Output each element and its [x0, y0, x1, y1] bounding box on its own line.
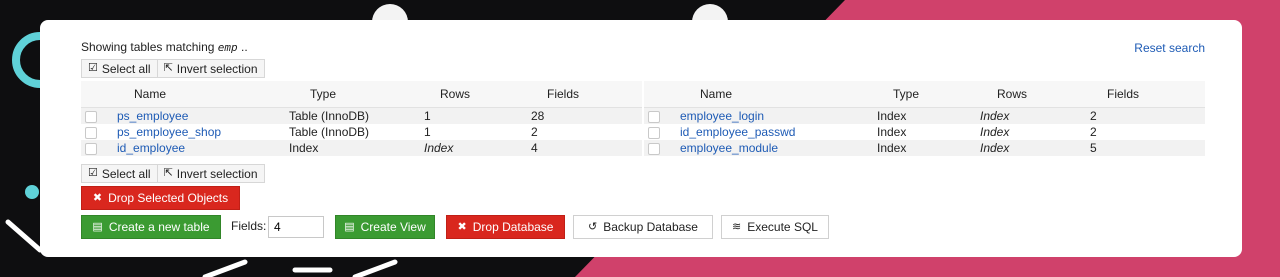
invert-selection-button-top[interactable]: ⇱ Invert selection [156, 60, 264, 77]
check-square-icon: ☑ [88, 62, 98, 74]
column-header-rows[interactable]: Rows [980, 81, 1090, 108]
row-checkbox[interactable] [85, 142, 97, 155]
row-checkbox[interactable] [648, 126, 660, 139]
invert-selection-label: Invert selection [176, 166, 258, 181]
backup-database-label: Backup Database [603, 220, 698, 234]
column-header-type[interactable]: Type [877, 81, 980, 108]
view-plus-icon: ▤ [344, 220, 355, 233]
object-name-link[interactable]: employee_module [680, 141, 778, 155]
row-checkbox[interactable] [648, 142, 660, 155]
row-checkbox[interactable] [85, 126, 97, 139]
object-fields: 2 [531, 124, 642, 140]
object-name-link[interactable]: ps_employee_shop [117, 125, 221, 139]
share-square-icon: ⇱ [163, 62, 173, 74]
selection-bar-top: ☑ Select all ⇱ Invert selection [81, 59, 265, 78]
search-summary: Showing tables matching emp .. [81, 40, 248, 54]
table-row: ps_employee_shop Table (InnoDB) 1 2 [81, 124, 642, 140]
reset-search-link[interactable]: Reset search [1134, 41, 1205, 55]
backup-database-button[interactable]: ↺ Backup Database [573, 215, 713, 239]
object-type: Index [877, 124, 980, 140]
invert-selection-button-bottom[interactable]: ⇱ Invert selection [156, 165, 264, 182]
object-rows: Index [980, 140, 1090, 156]
times-circle-icon: ✖ [92, 191, 103, 204]
table-plus-icon: ▤ [92, 220, 103, 233]
object-rows: Index [980, 107, 1090, 124]
search-ellipsis: .. [240, 40, 248, 54]
table-header-row: Name Type Rows Fields [81, 81, 642, 108]
share-square-icon: ⇱ [163, 167, 173, 179]
column-header-type[interactable]: Type [289, 81, 424, 108]
object-fields: 28 [531, 107, 642, 124]
table-row: employee_login Index Index 2 [644, 107, 1205, 124]
object-name-link[interactable]: employee_login [680, 109, 764, 123]
object-fields: 5 [1090, 140, 1205, 156]
create-view-label: Create View [360, 220, 426, 234]
row-checkbox[interactable] [85, 110, 97, 123]
object-name-link[interactable]: ps_employee [117, 109, 188, 123]
database-icon: ≋ [732, 220, 742, 233]
object-rows: 1 [424, 124, 531, 140]
drop-database-label: Drop Database [472, 220, 554, 234]
execute-sql-label: Execute SQL [747, 220, 818, 234]
checkbox-column-header [644, 81, 680, 108]
object-type: Index [289, 140, 424, 156]
object-rows: 1 [424, 107, 531, 124]
database-structure-panel: Showing tables matching emp .. Reset sea… [40, 20, 1242, 257]
create-view-button[interactable]: ▤ Create View [335, 215, 435, 239]
object-fields: 4 [531, 140, 642, 156]
drop-selected-objects-button[interactable]: ✖ Drop Selected Objects [81, 186, 240, 210]
object-name-link[interactable]: id_employee [117, 141, 185, 155]
create-table-button[interactable]: ▤ Create a new table [81, 215, 221, 239]
drop-database-button[interactable]: ✖ Drop Database [446, 215, 565, 239]
object-name-link[interactable]: id_employee_passwd [680, 125, 795, 139]
column-header-name[interactable]: Name [117, 81, 289, 108]
checkbox-column-header [81, 81, 117, 108]
fields-label: Fields: [231, 219, 267, 233]
column-header-name[interactable]: Name [680, 81, 877, 108]
execute-sql-button[interactable]: ≋ Execute SQL [721, 215, 829, 239]
column-header-fields[interactable]: Fields [1090, 81, 1205, 108]
search-summary-label: Showing tables matching [81, 40, 215, 54]
row-checkbox[interactable] [648, 110, 660, 123]
object-fields: 2 [1090, 124, 1205, 140]
invert-selection-label: Invert selection [176, 61, 258, 76]
drop-selected-label: Drop Selected Objects [108, 191, 229, 205]
fields-count-input[interactable] [268, 216, 324, 238]
table-row: id_employee Index Index 4 [81, 140, 642, 156]
check-square-icon: ☑ [88, 167, 98, 179]
table-row: ps_employee Table (InnoDB) 1 28 [81, 107, 642, 124]
select-all-button-bottom[interactable]: ☑ Select all [82, 165, 157, 182]
table-row: id_employee_passwd Index Index 2 [644, 124, 1205, 140]
right-objects-table: Name Type Rows Fields employee_login Ind… [644, 81, 1205, 156]
search-query: emp [217, 41, 238, 54]
object-type: Index [877, 140, 980, 156]
history-icon: ↺ [588, 220, 598, 233]
object-rows: Index [980, 124, 1090, 140]
left-objects-table: Name Type Rows Fields ps_employee Table … [81, 81, 642, 156]
object-type: Table (InnoDB) [289, 107, 424, 124]
select-all-label: Select all [101, 166, 151, 181]
selection-bar-bottom: ☑ Select all ⇱ Invert selection [81, 164, 265, 183]
create-table-label: Create a new table [108, 220, 210, 234]
object-type: Table (InnoDB) [289, 124, 424, 140]
table-row: employee_module Index Index 5 [644, 140, 1205, 156]
times-circle-icon: ✖ [457, 220, 467, 233]
object-fields: 2 [1090, 107, 1205, 124]
object-type: Index [877, 107, 980, 124]
select-all-button-top[interactable]: ☑ Select all [82, 60, 157, 77]
column-header-fields[interactable]: Fields [531, 81, 642, 108]
table-header-row: Name Type Rows Fields [644, 81, 1205, 108]
select-all-label: Select all [101, 61, 151, 76]
object-rows: Index [424, 140, 531, 156]
column-header-rows[interactable]: Rows [424, 81, 531, 108]
